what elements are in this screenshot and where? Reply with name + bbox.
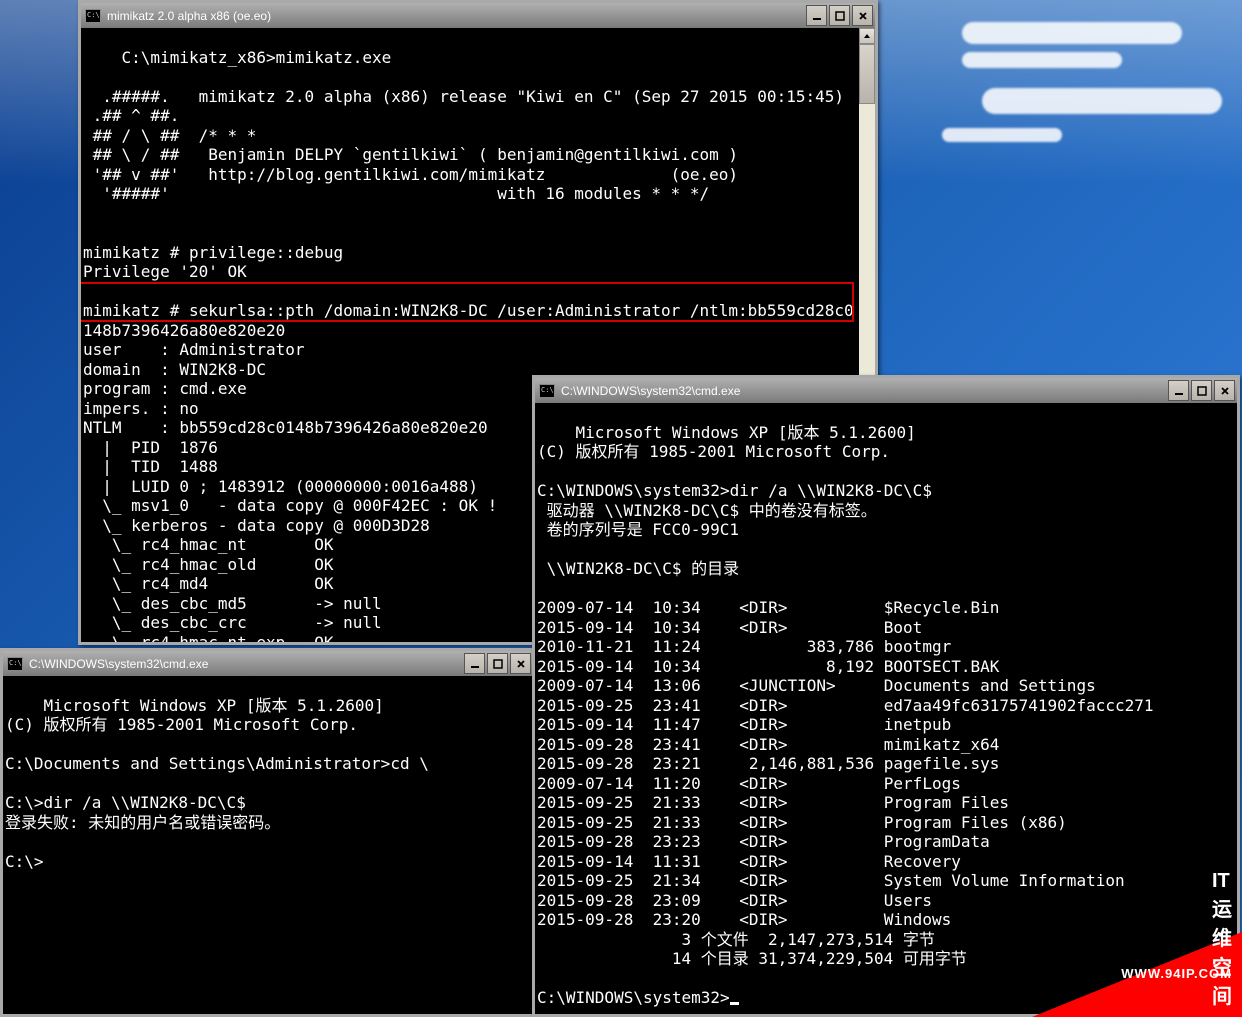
- minimize-icon: [1174, 386, 1184, 396]
- cmd-left-window[interactable]: C:\WINDOWS\system32\cmd.exe Microsoft Wi…: [0, 648, 536, 1017]
- minimize-icon: [812, 11, 822, 21]
- cmd-left-window-title: C:\WINDOWS\system32\cmd.exe: [29, 657, 462, 671]
- cmd-icon: [7, 657, 23, 671]
- cursor-icon: [730, 1002, 739, 1005]
- cmd-right-window-title: C:\WINDOWS\system32\cmd.exe: [561, 384, 1166, 398]
- close-button[interactable]: [1214, 380, 1235, 401]
- maximize-button[interactable]: [1191, 380, 1212, 401]
- cmd-icon: [85, 9, 101, 23]
- cmd-left-terminal-content: Microsoft Windows XP [版本 5.1.2600] (C) 版…: [5, 696, 429, 871]
- scroll-up-button[interactable]: [859, 28, 875, 44]
- minimize-icon: [470, 659, 480, 669]
- minimize-button[interactable]: [1168, 380, 1189, 401]
- scroll-thumb[interactable]: [859, 44, 875, 104]
- desktop-background-clouds: [882, 0, 1242, 200]
- close-icon: [858, 11, 868, 21]
- maximize-icon: [493, 659, 503, 669]
- maximize-icon: [835, 11, 845, 21]
- minimize-button[interactable]: [464, 653, 485, 674]
- cmd-icon: [539, 384, 555, 398]
- minimize-button[interactable]: [806, 5, 827, 26]
- maximize-button[interactable]: [487, 653, 508, 674]
- close-button[interactable]: [852, 5, 873, 26]
- close-icon: [1220, 386, 1230, 396]
- cmd-right-titlebar[interactable]: C:\WINDOWS\system32\cmd.exe: [535, 378, 1237, 403]
- mimikatz-window-title: mimikatz 2.0 alpha x86 (oe.eo): [107, 9, 804, 23]
- cmd-right-terminal[interactable]: Microsoft Windows XP [版本 5.1.2600] (C) 版…: [535, 403, 1237, 1014]
- maximize-button[interactable]: [829, 5, 850, 26]
- cmd-right-terminal-content: Microsoft Windows XP [版本 5.1.2600] (C) 版…: [537, 423, 1154, 1008]
- mimikatz-titlebar[interactable]: mimikatz 2.0 alpha x86 (oe.eo): [81, 3, 875, 28]
- cmd-right-window[interactable]: C:\WINDOWS\system32\cmd.exe Microsoft Wi…: [532, 375, 1240, 1017]
- cmd-left-titlebar[interactable]: C:\WINDOWS\system32\cmd.exe: [3, 651, 533, 676]
- close-icon: [516, 659, 526, 669]
- maximize-icon: [1197, 386, 1207, 396]
- close-button[interactable]: [510, 653, 531, 674]
- cmd-left-terminal[interactable]: Microsoft Windows XP [版本 5.1.2600] (C) 版…: [3, 676, 533, 1014]
- arrow-up-icon: [863, 32, 871, 40]
